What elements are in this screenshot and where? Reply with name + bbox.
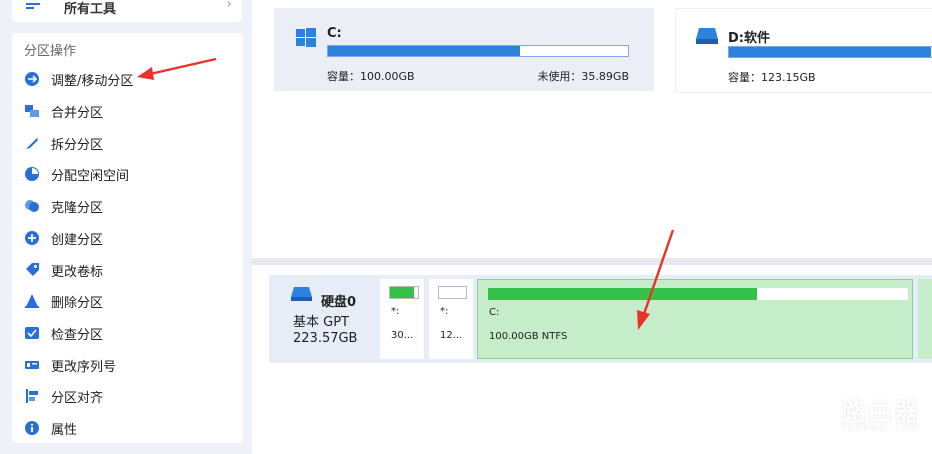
check-partition-icon [24, 325, 40, 341]
merge-partition-icon [24, 103, 40, 119]
watermark-subtitle: luyouqi.com [842, 420, 921, 433]
partition-letter: *: [440, 306, 449, 317]
partition-ops-title: 分区操作 [24, 44, 77, 59]
partition-letter: *: [391, 306, 400, 317]
op-change-label[interactable]: 更改卷标 [24, 259, 103, 281]
op-label: 克隆分区 [51, 200, 104, 216]
op-label: 调整/移动分区 [51, 73, 134, 89]
partition-block-partial[interactable] [918, 279, 932, 359]
drive-usage-fill [328, 46, 520, 56]
op-label: 拆分分区 [51, 137, 104, 153]
partition-usage-bar [438, 286, 467, 299]
op-change-serial[interactable]: 更改序列号 [24, 354, 116, 376]
resize-partition-icon [24, 71, 40, 87]
create-partition-icon [24, 230, 40, 246]
op-delete[interactable]: 删除分区 [24, 290, 103, 312]
disk-size: 223.57GB [293, 331, 358, 346]
align-partition-icon [24, 388, 40, 404]
delete-partition-icon [24, 293, 40, 309]
all-tools-button[interactable]: 所有工具 › [12, 0, 242, 22]
op-label: 检查分区 [51, 327, 104, 343]
all-tools-label: 所有工具 [64, 2, 117, 17]
left-panel: 所有工具 › 分区操作 调整/移动分区 合并分区 拆分分区 分配空闲空间 克隆分… [0, 0, 252, 454]
partition-block-c[interactable]: C: 100.00GB NTFS [477, 279, 913, 359]
op-label: 分区对齐 [51, 390, 104, 406]
op-align[interactable]: 分区对齐 [24, 385, 103, 407]
op-merge[interactable]: 合并分区 [24, 100, 103, 122]
change-serial-icon [24, 357, 40, 373]
op-label: 更改序列号 [51, 359, 117, 375]
change-label-icon [24, 262, 40, 278]
drive-icon [696, 27, 720, 49]
op-label: 分配空闲空间 [51, 168, 130, 184]
drive-unused: 未使用：35.89GB [537, 70, 629, 83]
menu-icon [26, 3, 40, 13]
op-label: 删除分区 [51, 295, 104, 311]
disk-icon [291, 286, 313, 306]
partition-usage-fill [390, 287, 414, 298]
allocate-space-icon [24, 166, 40, 182]
disk-name: 硬盘0 [321, 295, 357, 310]
partition-letter: C: [489, 307, 500, 318]
op-check[interactable]: 检查分区 [24, 322, 103, 344]
chevron-right-icon: › [226, 0, 232, 12]
drive-name: D:软件 [728, 31, 770, 46]
drive-capacity: 容量：100.00GB [327, 70, 415, 83]
op-allocate-space[interactable]: 分配空闲空间 [24, 163, 129, 185]
op-properties[interactable]: 属性 [24, 417, 77, 439]
drive-card-d[interactable]: D:软件 容量：123.15GB [675, 8, 932, 93]
split-partition-icon [24, 135, 40, 151]
drive-usage-bar [728, 46, 932, 58]
windows-icon [296, 28, 316, 52]
op-create[interactable]: 创建分区 [24, 227, 103, 249]
partition-usage-fill [488, 288, 757, 300]
partition-usage-bar [488, 288, 908, 300]
drive-card-c[interactable]: C: 容量：100.00GB 未使用：35.89GB [274, 8, 654, 91]
partition-size: 12... [440, 330, 463, 341]
partition-block[interactable]: *: 30... [380, 279, 424, 359]
op-label: 更改卷标 [51, 264, 104, 280]
partition-usage-bar [389, 286, 419, 299]
pane-splitter[interactable] [252, 258, 932, 265]
disk-row[interactable]: 硬盘0 基本 GPT 223.57GB *: 30... *: 12... C:… [269, 275, 932, 363]
watermark: 路由器 luyouqi.com [790, 388, 922, 440]
partition-ops-panel: 分区操作 调整/移动分区 合并分区 拆分分区 分配空闲空间 克隆分区 创建分区 … [12, 33, 243, 443]
op-resize-move[interactable]: 调整/移动分区 [24, 68, 133, 90]
op-label: 属性 [51, 422, 78, 438]
op-label: 创建分区 [51, 232, 104, 248]
op-clone[interactable]: 克隆分区 [24, 195, 103, 217]
drive-usage-bar [327, 45, 629, 57]
partition-size: 30... [391, 330, 414, 341]
properties-icon [24, 420, 40, 436]
drive-usage-fill [729, 47, 931, 57]
router-logo-icon [790, 392, 834, 436]
drive-name: C: [327, 26, 342, 41]
partition-block[interactable]: *: 12... [429, 279, 473, 359]
disk-type: 基本 GPT [293, 315, 349, 330]
drive-capacity: 容量：123.15GB [728, 71, 816, 84]
clone-partition-icon [24, 198, 40, 214]
partition-size: 100.00GB NTFS [489, 331, 568, 342]
op-split[interactable]: 拆分分区 [24, 132, 103, 154]
op-label: 合并分区 [51, 105, 104, 121]
